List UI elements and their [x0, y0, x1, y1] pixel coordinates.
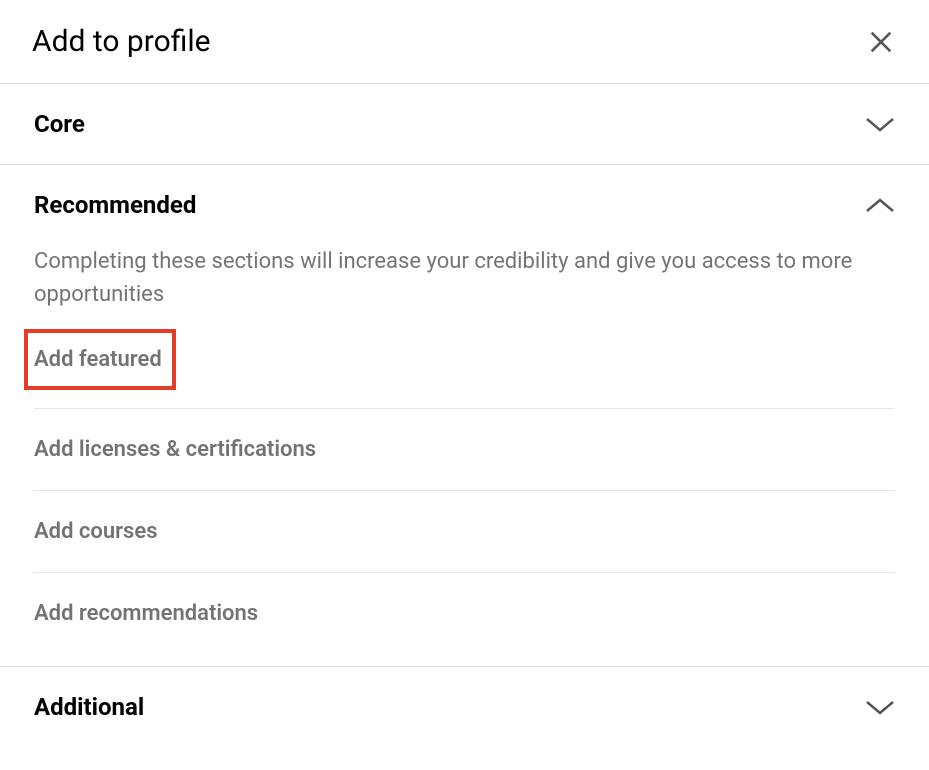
section-title-additional: Additional: [34, 693, 144, 721]
section-title-recommended: Recommended: [34, 191, 196, 219]
recommended-items: Add featured Add licenses & certificatio…: [0, 335, 929, 666]
section-header-additional[interactable]: Additional: [0, 667, 929, 747]
section-core: Core: [0, 83, 929, 164]
list-item: Add featured: [34, 335, 895, 409]
chevron-down-icon: [865, 115, 895, 133]
section-header-core[interactable]: Core: [0, 84, 929, 164]
section-title-core: Core: [34, 110, 85, 138]
close-button[interactable]: [865, 26, 897, 58]
highlight-box: Add featured: [24, 329, 176, 390]
chevron-down-icon: [865, 698, 895, 716]
modal-title: Add to profile: [32, 24, 211, 59]
section-header-recommended[interactable]: Recommended: [0, 165, 929, 245]
add-featured-link[interactable]: Add featured: [34, 347, 162, 372]
modal-header: Add to profile: [0, 0, 929, 83]
section-description-recommended: Completing these sections will increase …: [0, 245, 929, 335]
close-icon: [867, 28, 895, 56]
section-recommended: Recommended Completing these sections wi…: [0, 164, 929, 666]
section-additional: Additional: [0, 666, 929, 747]
add-licenses-link[interactable]: Add licenses & certifications: [34, 409, 895, 491]
add-courses-link[interactable]: Add courses: [34, 491, 895, 573]
chevron-up-icon: [865, 196, 895, 214]
add-recommendations-link[interactable]: Add recommendations: [34, 573, 895, 654]
